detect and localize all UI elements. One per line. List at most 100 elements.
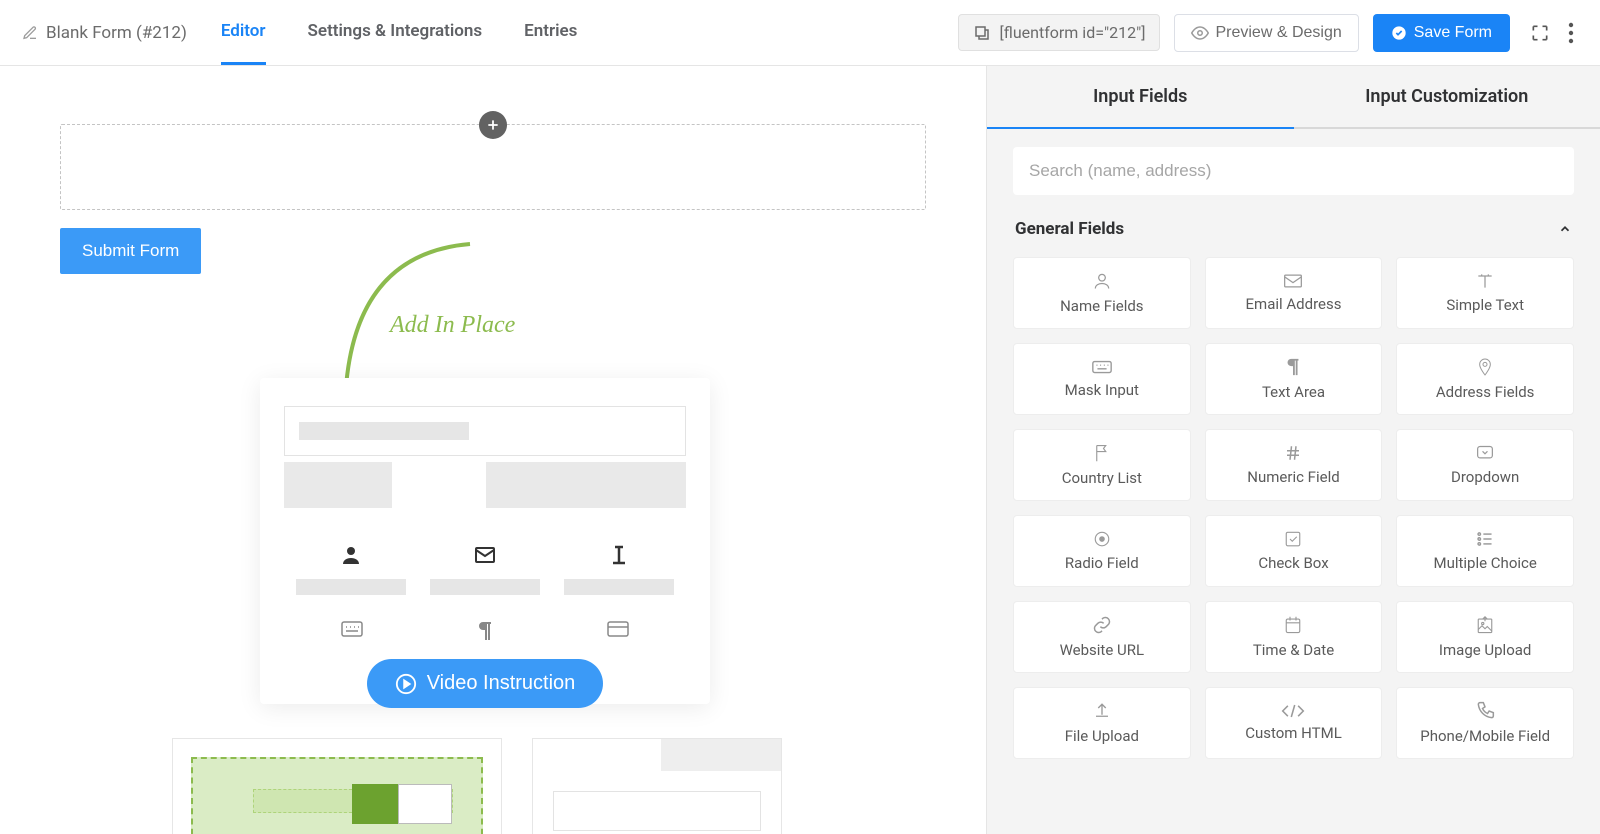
field-mask-input[interactable]: Mask Input (1013, 343, 1191, 415)
form-title[interactable]: Blank Form (#212) (22, 23, 187, 43)
plus-icon (486, 118, 500, 132)
main: Submit Form Add In Place (0, 66, 1600, 834)
text-cursor-icon (607, 543, 631, 567)
card-icon (606, 619, 630, 639)
tab-editor[interactable]: Editor (221, 0, 266, 65)
phone-icon (1475, 701, 1495, 721)
eye-icon (1191, 24, 1209, 42)
field-label: File Upload (1065, 727, 1139, 745)
mock-input (284, 406, 686, 456)
tab-entries[interactable]: Entries (524, 0, 577, 65)
field-grid: Name Fields Email Address Simple Text Mask … (987, 257, 1600, 779)
fullscreen-icon[interactable] (1530, 23, 1550, 43)
field-label: Dropdown (1451, 468, 1519, 486)
dropzone[interactable] (60, 124, 926, 210)
code-icon (1281, 704, 1305, 718)
field-label: Address Fields (1436, 383, 1535, 401)
search-input[interactable] (1013, 147, 1574, 195)
calendar-icon (1284, 615, 1302, 635)
person-icon (339, 543, 363, 567)
user-icon (1092, 271, 1112, 291)
add-in-place-label: Add In Place (390, 312, 515, 339)
tab-input-fields[interactable]: Input Fields (987, 66, 1294, 129)
field-address-fields[interactable]: Address Fields (1396, 343, 1574, 415)
field-multiple-choice[interactable]: Multiple Choice (1396, 515, 1574, 587)
paragraph-icon (1285, 357, 1301, 377)
list-icon (1475, 530, 1495, 548)
canvas: Submit Form Add In Place (0, 66, 986, 834)
field-label: Time & Date (1253, 641, 1334, 659)
field-numeric-field[interactable]: Numeric Field (1205, 429, 1383, 501)
field-label: Simple Text (1446, 296, 1524, 314)
flag-icon (1093, 443, 1111, 463)
dropdown-icon (1475, 444, 1495, 462)
field-country-list[interactable]: Country List (1013, 429, 1191, 501)
section-general-fields[interactable]: General Fields (987, 213, 1600, 257)
field-label: Numeric Field (1247, 468, 1339, 486)
field-label: Image Upload (1439, 641, 1531, 659)
field-phone-mobile-field[interactable]: Phone/Mobile Field (1396, 687, 1574, 759)
field-radio-field[interactable]: Radio Field (1013, 515, 1191, 587)
field-name-fields[interactable]: Name Fields (1013, 257, 1191, 329)
upload-icon (1093, 701, 1111, 721)
field-label: Email Address (1246, 295, 1342, 313)
sidebar-tabs: Input Fields Input Customization (987, 66, 1600, 129)
field-time-date[interactable]: Time & Date (1205, 601, 1383, 673)
submit-button[interactable]: Submit Form (60, 228, 201, 274)
text-icon (1475, 272, 1495, 290)
mock-panel: Video Instruction (260, 378, 710, 704)
search-wrap (987, 129, 1600, 213)
play-circle-icon (395, 673, 417, 695)
hash-icon (1284, 444, 1302, 462)
preview-label: Preview & Design (1215, 24, 1341, 42)
field-label: Check Box (1258, 554, 1328, 572)
keyboard-icon (1091, 359, 1113, 375)
pin-icon (1477, 357, 1493, 377)
field-file-upload[interactable]: File Upload (1013, 687, 1191, 759)
radio-icon (1093, 530, 1111, 548)
save-button[interactable]: Save Form (1373, 14, 1510, 52)
keyboard-icon (340, 619, 364, 639)
sidebar: Input Fields Input Customization General… (986, 66, 1600, 834)
field-website-url[interactable]: Website URL (1013, 601, 1191, 673)
field-label: Multiple Choice (1433, 554, 1536, 572)
edit-icon (22, 25, 38, 41)
tab-input-customization[interactable]: Input Customization (1294, 66, 1600, 129)
link-icon (1092, 615, 1112, 635)
field-label: Custom HTML (1245, 724, 1342, 742)
field-label: Name Fields (1060, 297, 1143, 315)
check-circle-icon (1391, 25, 1407, 41)
shortcode-text: [fluentform id="212"] (999, 23, 1145, 42)
video-instruction-button[interactable]: Video Instruction (367, 659, 604, 708)
section-title: General Fields (1015, 219, 1124, 239)
check-icon (1284, 530, 1302, 548)
topbar-right: [fluentform id="212"] Preview & Design S… (958, 14, 1578, 52)
dots-icon (1568, 22, 1574, 44)
more-menu[interactable] (1564, 18, 1578, 48)
field-custom-html[interactable]: Custom HTML (1205, 687, 1383, 759)
preview-button[interactable]: Preview & Design (1174, 14, 1358, 52)
field-label: Radio Field (1065, 554, 1139, 572)
shortcode-copy[interactable]: [fluentform id="212"] (958, 14, 1160, 51)
form-title-text: Blank Form (#212) (46, 23, 187, 43)
field-image-upload[interactable]: Image Upload (1396, 601, 1574, 673)
field-label: Website URL (1060, 641, 1144, 659)
field-simple-text[interactable]: Simple Text (1396, 257, 1574, 329)
add-field-button[interactable] (479, 111, 507, 139)
save-label: Save Form (1414, 24, 1492, 42)
copy-icon (973, 24, 991, 42)
video-instruction-label: Video Instruction (427, 672, 576, 695)
field-check-box[interactable]: Check Box (1205, 515, 1383, 587)
field-email-address[interactable]: Email Address (1205, 257, 1383, 329)
image-icon (1476, 615, 1494, 635)
field-label: Mask Input (1065, 381, 1139, 399)
topbar: Blank Form (#212) Editor Settings & Inte… (0, 0, 1600, 66)
main-tabs: Editor Settings & Integrations Entries (221, 0, 578, 65)
tab-settings[interactable]: Settings & Integrations (308, 0, 483, 65)
mail-icon (1283, 273, 1303, 289)
field-label: Text Area (1262, 383, 1325, 401)
field-dropdown[interactable]: Dropdown (1396, 429, 1574, 501)
field-label: Country List (1062, 469, 1142, 487)
chevron-up-icon (1558, 222, 1572, 236)
field-text-area[interactable]: Text Area (1205, 343, 1383, 415)
